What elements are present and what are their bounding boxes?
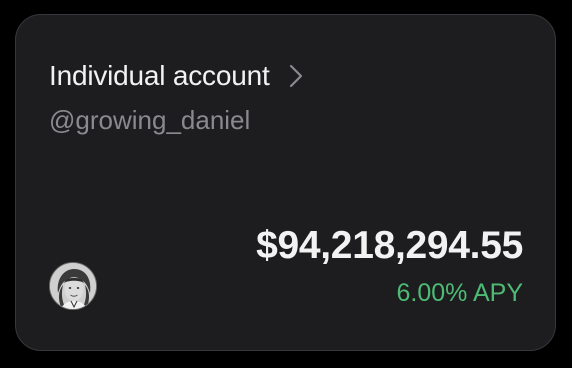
chevron-right-icon	[288, 63, 304, 89]
avatar[interactable]	[49, 262, 97, 310]
account-title: Individual account	[49, 60, 270, 91]
balance-amount: $94,218,294.55	[256, 224, 523, 267]
account-handle: @growing_daniel	[49, 105, 251, 135]
account-title-link[interactable]: Individual account	[49, 58, 304, 94]
apy-rate: 6.00% APY	[396, 279, 523, 307]
account-card[interactable]: Individual account @growing_daniel $94,2…	[15, 14, 556, 351]
